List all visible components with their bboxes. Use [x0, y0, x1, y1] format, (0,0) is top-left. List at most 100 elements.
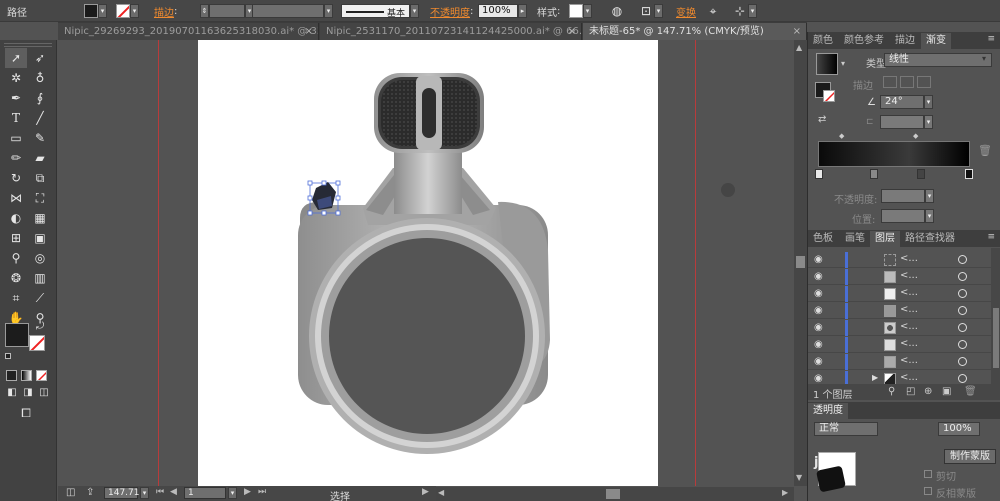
pen-tool-icon[interactable]: ✒ — [5, 88, 27, 108]
delete-layer-icon[interactable]: 🗑 — [964, 386, 977, 397]
horizontal-scrollbar[interactable]: ◀ ▶ — [436, 487, 794, 501]
gradient-swatch-dropdown[interactable]: ▾ — [841, 59, 845, 68]
clipping-mask-icon[interactable]: ◰ — [906, 386, 915, 397]
eye-icon[interactable]: ◉ — [814, 322, 823, 333]
make-mask-button[interactable]: 制作蒙版 — [944, 449, 996, 464]
symbol-sprayer-icon[interactable]: ❂ — [5, 268, 27, 288]
midpoint-diamond-icon[interactable]: ◆ — [839, 132, 844, 140]
canvas-area[interactable] — [58, 40, 794, 486]
first-artboard-icon[interactable]: ⏮ — [156, 487, 164, 497]
opacity-input[interactable]: 100% — [478, 4, 518, 18]
free-transform-icon[interactable]: ⛶ — [29, 188, 51, 208]
locate-object-icon[interactable]: ⚲ — [888, 386, 895, 397]
eye-icon[interactable]: ◉ — [814, 288, 823, 299]
target-icon[interactable] — [958, 272, 967, 281]
line-tool-icon[interactable]: ╱ — [29, 108, 51, 128]
gradient-mode-icon[interactable] — [21, 370, 32, 381]
tab-pathfinder[interactable]: 路径查找器 — [900, 231, 960, 247]
transform-link[interactable]: 变换 — [676, 3, 696, 19]
brush-dropdown[interactable]: ▾ — [410, 4, 419, 18]
target-icon[interactable] — [958, 357, 967, 366]
gradient-tool-icon[interactable]: ▣ — [29, 228, 51, 248]
stroke-swatch[interactable]: ▾ — [116, 3, 139, 19]
direct-selection-tool-icon[interactable]: ➶ — [29, 48, 51, 68]
doc-tab-1[interactable]: Nipic_29269293_20190701163625318030.ai* … — [58, 23, 319, 40]
doc-tab-2[interactable]: Nipic_2531170_20110723141124425000.ai* @… — [320, 23, 582, 40]
lasso-icon[interactable]: ♁ — [29, 68, 51, 88]
layer-row[interactable]: ◉ <... — [808, 269, 991, 285]
eye-icon[interactable]: ◉ — [814, 254, 823, 265]
stroke-color-box[interactable] — [29, 335, 45, 351]
curvature-tool-icon[interactable]: ∮ — [29, 88, 51, 108]
shape-builder-icon[interactable]: ◐ — [5, 208, 27, 228]
selection-handle[interactable] — [307, 210, 313, 216]
panel-menu-icon[interactable]: ≡ — [987, 232, 995, 242]
eye-icon[interactable]: ◉ — [814, 339, 823, 350]
selection-tool-icon[interactable]: ➚ — [5, 48, 27, 68]
opacity-arrow[interactable]: ▸ — [518, 4, 527, 18]
stroke-weight-spinner[interactable]: ⇕ — [200, 4, 209, 18]
layer-name[interactable]: <... — [900, 338, 918, 349]
layer-row[interactable]: ◉ <... — [808, 337, 991, 353]
layer-name[interactable]: <... — [900, 355, 918, 366]
slice-tool-icon[interactable]: ⟋ — [29, 288, 51, 308]
rectangle-tool-icon[interactable]: ▭ — [5, 128, 27, 148]
magic-wand-icon[interactable]: ✲ — [5, 68, 27, 88]
new-layer-icon[interactable]: ▣ — [942, 386, 951, 397]
arrange-icon[interactable]: ⊹ — [732, 3, 748, 19]
tab-layers[interactable]: 图层 — [870, 231, 900, 247]
eye-icon[interactable]: ◉ — [814, 305, 823, 316]
vertical-scrollbar[interactable]: ▲ ▼ — [794, 40, 807, 486]
align-dropdown[interactable]: ▾ — [654, 4, 663, 18]
opacity-label[interactable]: 不透明度 — [430, 4, 470, 19]
scroll-left-icon[interactable]: ◀ — [438, 488, 444, 497]
gradient-preview-swatch[interactable] — [816, 53, 838, 75]
default-colors-icon[interactable] — [5, 353, 11, 359]
swap-colors-icon[interactable]: ⤾ — [33, 319, 47, 333]
selection-handle[interactable] — [321, 180, 327, 186]
status-menu-icon[interactable]: ▶ — [422, 487, 429, 497]
opacity-field[interactable]: 100% ▸ — [478, 3, 527, 19]
selection-handle[interactable] — [335, 210, 341, 216]
fill-dropdown[interactable]: ▾ — [98, 4, 107, 18]
rotate-tool-icon[interactable]: ↻ — [5, 168, 27, 188]
target-icon[interactable] — [958, 289, 967, 298]
stroke-weight-field[interactable]: ⇕ ▾ — [200, 3, 254, 19]
target-icon[interactable] — [958, 323, 967, 332]
eraser-icon[interactable]: ▰ — [29, 148, 51, 168]
reverse-gradient-icon[interactable]: ⇄ — [818, 114, 826, 125]
fill-swatch[interactable]: ▾ — [84, 3, 107, 19]
layers-scroll-thumb[interactable] — [993, 308, 999, 368]
gradient-stop[interactable] — [917, 169, 925, 179]
close-icon[interactable]: × — [793, 23, 801, 40]
perspective-grid-icon[interactable]: ▦ — [29, 208, 51, 228]
variable-width-profile[interactable] — [252, 4, 324, 18]
angle-dropdown[interactable]: ▾ — [924, 95, 933, 109]
layer-row[interactable]: ◉ ▶ <... — [808, 371, 991, 384]
expand-triangle-icon[interactable]: ▶ — [872, 373, 878, 382]
stroke-dropdown[interactable]: ▾ — [130, 4, 139, 18]
blend-mode-select[interactable]: 正常 — [814, 422, 878, 436]
layer-row[interactable]: ◉ <... — [808, 303, 991, 319]
layers-scrollbar[interactable] — [991, 248, 1000, 384]
graphic-style[interactable]: ▾ — [569, 3, 592, 19]
paintbrush-icon[interactable]: ✎ — [29, 128, 51, 148]
close-icon[interactable]: × — [568, 23, 576, 40]
new-sublayer-icon[interactable]: ⊕ — [924, 386, 932, 397]
tab-brushes[interactable]: 画笔 — [840, 231, 870, 247]
scroll-right-icon[interactable]: ▶ — [782, 488, 788, 497]
gpu-performance-icon[interactable]: ◫ — [66, 487, 75, 498]
gradient-stop[interactable] — [870, 169, 878, 179]
eye-icon[interactable]: ◉ — [814, 356, 823, 367]
brush-definition-field[interactable]: 基本 — [341, 4, 410, 19]
brush-definition[interactable]: 基本 ▾ — [341, 3, 419, 19]
artboard-number-input[interactable]: 1 — [184, 487, 226, 499]
gradient-slider-bar[interactable] — [818, 141, 970, 167]
layer-row[interactable]: ◉ <... — [808, 320, 991, 336]
layer-name[interactable]: <... — [900, 372, 918, 383]
selection-handle[interactable] — [335, 195, 341, 201]
zoom-level-input[interactable]: 147.71 — [104, 487, 140, 499]
screen-mode-icon[interactable]: ⧠ — [16, 405, 36, 421]
eye-icon[interactable]: ◉ — [814, 271, 823, 282]
draw-behind-icon[interactable]: ◨ — [21, 385, 35, 399]
